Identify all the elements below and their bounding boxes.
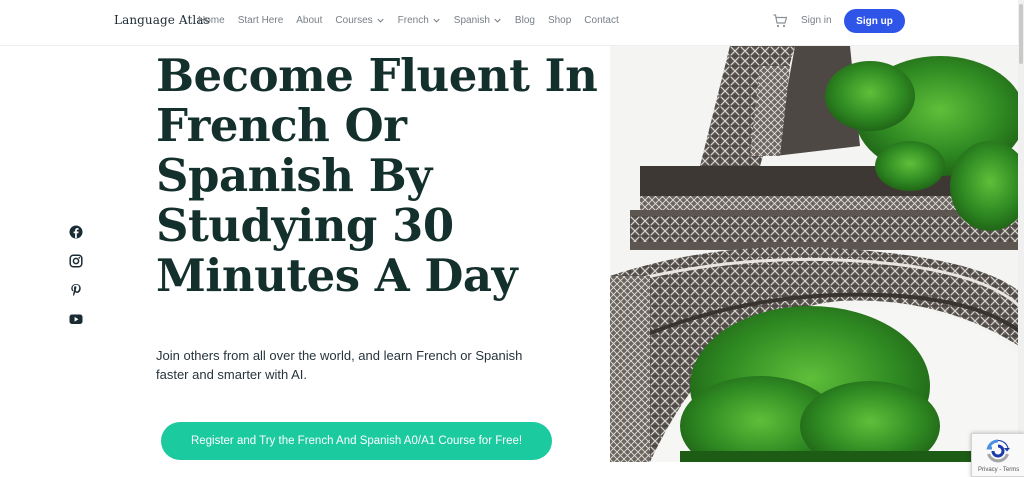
nav-label: French [397, 15, 429, 26]
hero-subtitle: Join others from all over the world, and… [156, 348, 523, 382]
hero-title-line: Studying 30 [156, 199, 454, 252]
cart-icon[interactable] [772, 13, 788, 29]
eiffel-tower-image [610, 46, 1019, 462]
site-header: Language Atlas Home Start Here About Cou… [0, 0, 1024, 46]
nav-item-spanish[interactable]: Spanish [454, 15, 502, 26]
nav-label: Blog [514, 15, 535, 26]
chevron-down-icon [433, 18, 440, 23]
nav-item-contact[interactable]: Contact [584, 15, 618, 26]
nav-item-shop[interactable]: Shop [548, 15, 571, 26]
recaptcha-links[interactable]: Privacy - Terms [978, 467, 1019, 473]
nav-item-home[interactable]: Home [198, 15, 225, 26]
sign-up-button[interactable]: Sign up [844, 9, 905, 33]
page-scrollbar[interactable] [1018, 0, 1024, 477]
chevron-down-icon [494, 18, 501, 23]
nav-label: Shop [547, 15, 572, 26]
scrollbar-thumb[interactable] [1019, 4, 1023, 64]
nav-label: Spanish [453, 15, 490, 26]
brand-logo[interactable]: Language Atlas [114, 13, 210, 27]
nav-label: About [296, 15, 323, 26]
nav-item-blog[interactable]: Blog [515, 15, 535, 26]
chevron-down-icon [377, 18, 384, 23]
nav-item-start-here[interactable]: Start Here [238, 15, 284, 26]
instagram-icon[interactable] [69, 254, 83, 268]
nav-label: Start Here [237, 15, 284, 26]
nav-item-courses[interactable]: Courses [335, 15, 384, 26]
pinterest-icon[interactable] [69, 283, 83, 297]
main-nav: Home Start Here About Courses French Spa… [198, 15, 632, 26]
hero-title-line: French Or [156, 99, 407, 152]
facebook-icon[interactable] [69, 225, 83, 239]
hero-title-line: Spanish By [156, 149, 432, 202]
youtube-icon[interactable] [69, 312, 83, 326]
nav-label: Contact [584, 15, 619, 26]
recaptcha-icon [986, 439, 1010, 463]
hero-title-line: Become Fluent In [156, 49, 598, 102]
recaptcha-badge[interactable]: Privacy - Terms [971, 433, 1024, 477]
register-cta-button[interactable]: Register and Try the French And Spanish … [161, 422, 552, 460]
hero-title: Become Fluent In French Or Spanish By St… [156, 49, 598, 302]
nav-label: Home [198, 15, 225, 26]
hero-title-line: Minutes A Day [156, 249, 518, 302]
nav-item-french[interactable]: French [398, 15, 441, 26]
nav-label: Courses [335, 15, 373, 26]
sign-in-link[interactable]: Sign in [801, 15, 832, 26]
nav-item-about[interactable]: About [296, 15, 322, 26]
